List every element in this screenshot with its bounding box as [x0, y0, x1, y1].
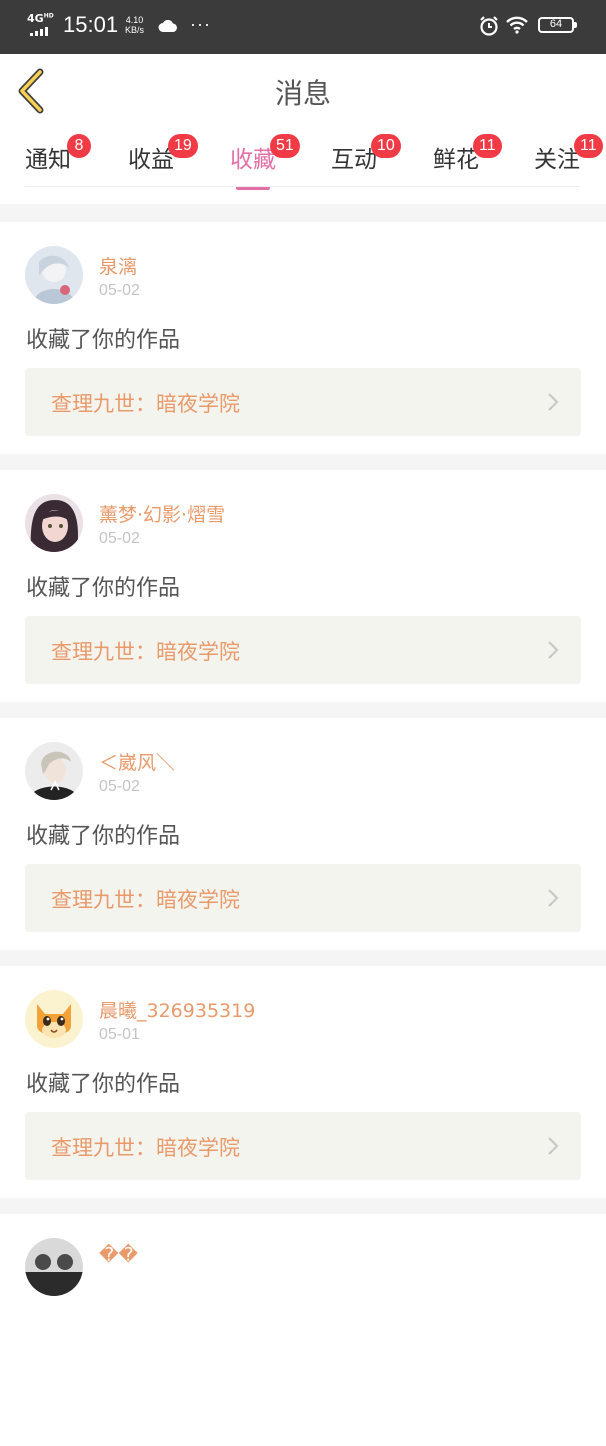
- count-badge: 10: [371, 134, 401, 158]
- username[interactable]: ��: [99, 1244, 138, 1266]
- list-item: ＜崴风＼ 05-02 收藏了你的作品 查理九世：暗夜学院: [0, 718, 606, 950]
- status-bar: 4GHD 15:01 4.10 KB/s ··· 64: [0, 0, 606, 54]
- cloud-icon: [158, 18, 178, 37]
- avatar[interactable]: [25, 246, 83, 304]
- divider: [25, 186, 580, 187]
- more-notifications-icon: ···: [190, 14, 211, 34]
- action-text: 收藏了你的作品: [26, 824, 181, 849]
- work-link[interactable]: 查理九世：暗夜学院: [25, 368, 581, 436]
- username[interactable]: 薰梦·幻影·熠雪: [99, 500, 225, 527]
- tab-flowers[interactable]: 鲜花 11: [411, 134, 502, 190]
- timestamp: 05-01: [99, 1026, 140, 1043]
- speed-unit: KB/s: [125, 25, 145, 35]
- tab-interactions[interactable]: 互动 10: [309, 134, 401, 190]
- action-text: 收藏了你的作品: [26, 1072, 181, 1097]
- tab-label: 通知: [25, 147, 71, 173]
- network-speed: 4.10 KB/s: [125, 15, 144, 35]
- list-item: 泉漓 05-02 收藏了你的作品 查理九世：暗夜学院: [0, 222, 606, 454]
- username[interactable]: ＜崴风＼: [99, 748, 175, 775]
- tab-follows[interactable]: 关注 11: [512, 134, 603, 190]
- network-hd: HD: [43, 12, 54, 20]
- chevron-right-icon: [548, 889, 559, 907]
- work-title: 查理九世：暗夜学院: [51, 392, 240, 416]
- network-type: 4G: [27, 12, 44, 25]
- tab-favorites[interactable]: 收藏 51: [208, 134, 300, 190]
- list-item: 薰梦·幻影·熠雪 05-02 收藏了你的作品 查理九世：暗夜学院: [0, 470, 606, 702]
- speed-value: 4.10: [125, 15, 144, 25]
- chevron-right-icon: [548, 641, 559, 659]
- username[interactable]: 泉漓: [99, 252, 137, 279]
- count-badge: 8: [67, 134, 91, 158]
- action-text: 收藏了你的作品: [26, 328, 181, 353]
- work-link[interactable]: 查理九世：暗夜学院: [25, 1112, 581, 1180]
- count-badge: 11: [473, 134, 502, 158]
- timestamp: 05-02: [99, 530, 140, 547]
- count-badge: 11: [574, 134, 603, 158]
- username[interactable]: 晨曦_326935319: [99, 996, 255, 1023]
- work-link[interactable]: 查理九世：暗夜学院: [25, 864, 581, 932]
- avatar[interactable]: [25, 742, 83, 800]
- avatar[interactable]: [25, 494, 83, 552]
- wifi-icon: [505, 16, 529, 38]
- count-badge: 19: [168, 134, 198, 158]
- list-item: ��: [0, 1214, 606, 1446]
- header: 消息: [0, 54, 606, 129]
- avatar[interactable]: [25, 990, 83, 1048]
- tab-notice[interactable]: 通知 8: [3, 134, 93, 190]
- alarm-icon: [478, 15, 500, 41]
- chevron-right-icon: [548, 1137, 559, 1155]
- list-item: 晨曦_326935319 05-01 收藏了你的作品 查理九世：暗夜学院: [0, 966, 606, 1198]
- chevron-right-icon: [548, 393, 559, 411]
- action-text: 收藏了你的作品: [26, 576, 181, 601]
- avatar[interactable]: [25, 1238, 83, 1296]
- tab-bar: 通知 8 收益 19 收藏 51 互动 10 鲜花 11 关注 11: [0, 128, 606, 204]
- tab-earnings[interactable]: 收益 19: [106, 134, 198, 190]
- timestamp: 05-02: [99, 778, 140, 795]
- work-link[interactable]: 查理九世：暗夜学院: [25, 616, 581, 684]
- clock: 15:01: [63, 12, 119, 37]
- work-title: 查理九世：暗夜学院: [51, 640, 240, 664]
- signal-icon: 4GHD: [27, 12, 57, 38]
- work-title: 查理九世：暗夜学院: [51, 1136, 240, 1160]
- timestamp: 05-02: [99, 282, 140, 299]
- battery-icon: 64: [538, 17, 577, 33]
- work-title: 查理九世：暗夜学院: [51, 888, 240, 912]
- page-title: 消息: [274, 77, 331, 110]
- battery-level: 64: [549, 18, 563, 30]
- count-badge: 51: [270, 134, 300, 158]
